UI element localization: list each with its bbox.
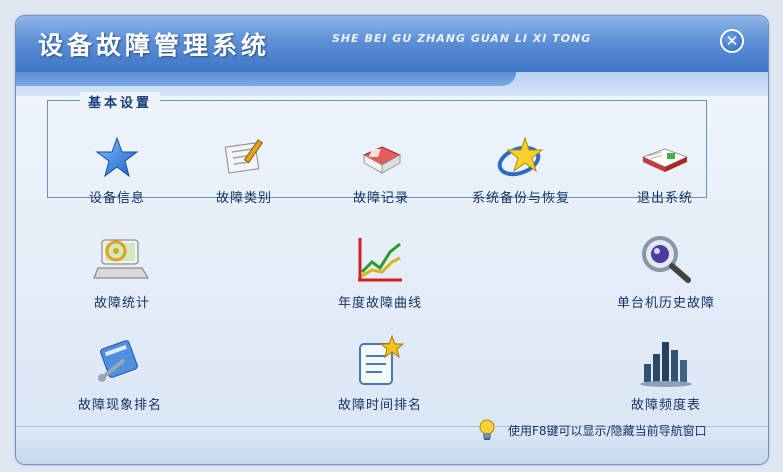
single-machine-history-label: 单台机历史故障 xyxy=(616,296,715,311)
lightbulb-icon xyxy=(476,418,498,442)
star-orbit-icon xyxy=(495,133,547,183)
backup-restore-button[interactable]: 系统备份与恢复 xyxy=(458,133,584,206)
note-pen-icon xyxy=(218,133,270,183)
app-title: 设备故障管理系统 xyxy=(38,31,271,60)
fault-statistics-label: 故障统计 xyxy=(93,296,150,311)
exit-system-label: 退出系统 xyxy=(636,191,693,206)
laptop-email-icon xyxy=(92,232,152,288)
fault-record-label: 故障记录 xyxy=(352,191,409,206)
fault-statistics-button[interactable]: 故障统计 xyxy=(72,232,172,311)
fault-frequency-table-label: 故障频度表 xyxy=(630,398,701,413)
line-chart-icon xyxy=(350,232,410,288)
fault-time-ranking-label: 故障时间排名 xyxy=(337,398,422,413)
title-bar: 设备故障管理系统 SHE BEI GU ZHANG GUAN LI XI TON… xyxy=(16,16,768,72)
fault-frequency-table-button[interactable]: 故障频度表 xyxy=(616,334,716,413)
star-icon xyxy=(91,133,143,183)
bar-chart-icon xyxy=(636,334,696,390)
fault-time-ranking-button[interactable]: 故障时间排名 xyxy=(328,334,432,413)
header-band-accent xyxy=(16,72,516,86)
tools-icon xyxy=(90,334,150,390)
open-book-icon xyxy=(639,133,691,183)
exit-system-button[interactable]: 退出系统 xyxy=(620,133,710,206)
document-star-icon xyxy=(350,334,410,390)
annual-fault-curve-button[interactable]: 年度故障曲线 xyxy=(328,232,432,311)
magnifier-icon xyxy=(636,232,696,288)
basic-settings-title: 基本设置 xyxy=(80,92,161,111)
footer-tip-text: 使用F8键可以显示/隐藏当前导航窗口 xyxy=(508,424,707,438)
device-info-button[interactable]: 设备信息 xyxy=(72,133,162,206)
app-title-pinyin: SHE BEI GU ZHANG GUAN LI XI TONG xyxy=(332,32,592,45)
fault-category-button[interactable]: 故障类别 xyxy=(199,133,289,206)
device-info-label: 设备信息 xyxy=(88,191,145,206)
fault-phenomenon-ranking-label: 故障现象排名 xyxy=(77,398,162,413)
backup-restore-label: 系统备份与恢复 xyxy=(471,191,570,206)
annual-fault-curve-label: 年度故障曲线 xyxy=(337,296,422,311)
close-button[interactable]: ✕ xyxy=(720,29,744,53)
fault-phenomenon-ranking-button[interactable]: 故障现象排名 xyxy=(70,334,170,413)
book-icon xyxy=(355,133,407,183)
single-machine-history-button[interactable]: 单台机历史故障 xyxy=(608,232,724,311)
fault-category-label: 故障类别 xyxy=(215,191,272,206)
fault-record-button[interactable]: 故障记录 xyxy=(336,133,426,206)
